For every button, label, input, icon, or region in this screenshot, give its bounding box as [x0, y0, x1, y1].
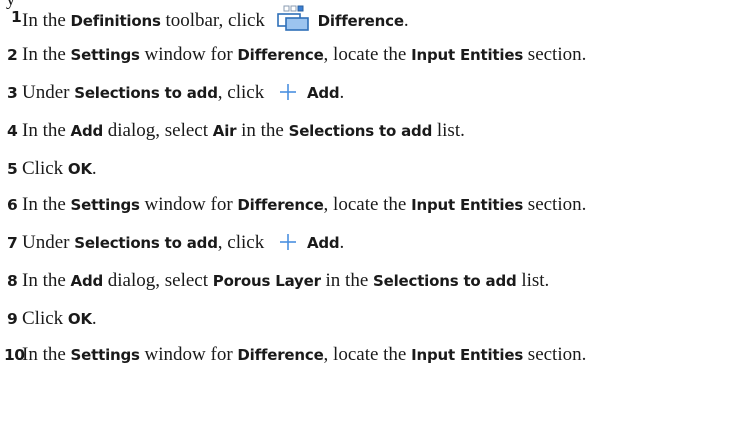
ui-element-label: Settings — [70, 346, 140, 364]
step-text-segment: section. — [523, 44, 587, 65]
step-text-segment: section. — [523, 194, 587, 215]
difference-toolbar-icon — [276, 5, 310, 38]
step-text: Under Selections to add, click Add. — [22, 81, 344, 108]
step-text-segment: dialog, select — [103, 270, 213, 291]
step-text: In the Settings window for Difference, l… — [22, 43, 586, 67]
plus-icon — [279, 83, 297, 108]
step-text-segment: In the — [22, 194, 71, 215]
ui-element-label: Selections to add — [74, 84, 218, 102]
step-text-segment: list. — [432, 120, 465, 141]
step-text-segment: , locate the — [323, 194, 412, 215]
step-text-segment: . — [339, 82, 345, 103]
step-text: Click OK. — [22, 307, 97, 331]
step-text-segment: . — [403, 10, 409, 31]
step-number: 4 — [7, 122, 18, 140]
ui-element-label: Air — [212, 122, 237, 140]
step-number: 2 — [7, 46, 18, 64]
step-text-segment: . — [91, 158, 97, 179]
step-text: Under Selections to add, click Add. — [22, 231, 344, 258]
step-text-segment: window for — [139, 194, 238, 215]
step-number: 1 — [11, 8, 22, 26]
step-text-segment: , click — [217, 82, 269, 103]
step-number: 5 — [7, 160, 18, 178]
step-text: In the Settings window for Difference, l… — [22, 343, 586, 367]
step-number: 7 — [7, 234, 18, 252]
step-text: In the Settings window for Difference, l… — [22, 193, 586, 217]
ui-element-label: Settings — [70, 46, 140, 64]
ui-element-label: Selections to add — [74, 234, 218, 252]
step-text-segment: In the — [22, 270, 71, 291]
step-number: 3 — [7, 84, 18, 102]
step-text-segment: In the — [22, 344, 71, 365]
ui-element-label: Input Entities — [411, 346, 524, 364]
step-text: In the Add dialog, select Porous Layer i… — [22, 269, 549, 293]
step-text: In the Definitions toolbar, click Differ… — [22, 5, 409, 38]
step-text-segment: Under — [22, 82, 75, 103]
step-text-segment: . — [339, 232, 345, 253]
step-text-segment: dialog, select — [103, 120, 213, 141]
step-number: 8 — [7, 272, 18, 290]
ui-element-label: Definitions — [70, 12, 161, 30]
ui-element-label: OK — [67, 310, 92, 328]
step-text-segment: In the — [22, 44, 71, 65]
ui-element-label: Selections to add — [373, 272, 517, 290]
step-number: 6 — [7, 196, 18, 214]
ui-element-label: Add — [306, 84, 340, 102]
plus-icon — [279, 233, 297, 258]
step-text: In the Add dialog, select Air in the Sel… — [22, 119, 465, 143]
step-text-segment: Click — [22, 158, 68, 179]
ui-element-label: Input Entities — [411, 196, 524, 214]
ui-element-label: Difference — [237, 346, 324, 364]
step-text-segment: , locate the — [323, 44, 412, 65]
ui-element-label: OK — [67, 160, 92, 178]
step-text-segment: In the — [22, 10, 71, 31]
step-text-segment: list. — [516, 270, 550, 291]
step-text-segment: in the — [236, 120, 289, 141]
ui-element-label: Selections to add — [288, 122, 433, 140]
step-text-segment: . — [91, 308, 97, 329]
step-text-segment: , locate the — [323, 344, 412, 365]
ui-element-label: Add — [306, 234, 340, 252]
step-text-segment: window for — [139, 44, 238, 65]
step-number: 9 — [7, 310, 18, 328]
step-text-segment: window for — [139, 344, 238, 365]
step-text-segment: in the — [320, 270, 374, 291]
ui-element-label: Input Entities — [411, 46, 524, 64]
step-text-segment: , click — [217, 232, 269, 253]
ui-element-label: Difference — [237, 46, 324, 64]
ui-element-label: Settings — [70, 196, 140, 214]
ui-element-label: Add — [70, 272, 104, 290]
step-text-segment: Click — [22, 308, 68, 329]
ui-element-label: Difference — [317, 12, 404, 30]
step-text: Click OK. — [22, 157, 97, 181]
ui-element-label: Porous Layer — [212, 272, 321, 290]
step-text-segment: section. — [523, 344, 587, 365]
step-text-segment: Under — [22, 232, 75, 253]
ui-element-label: Difference — [237, 196, 324, 214]
step-text-segment: In the — [22, 120, 71, 141]
ui-element-label: Add — [70, 122, 104, 140]
step-text-segment: toolbar, click — [160, 10, 270, 31]
